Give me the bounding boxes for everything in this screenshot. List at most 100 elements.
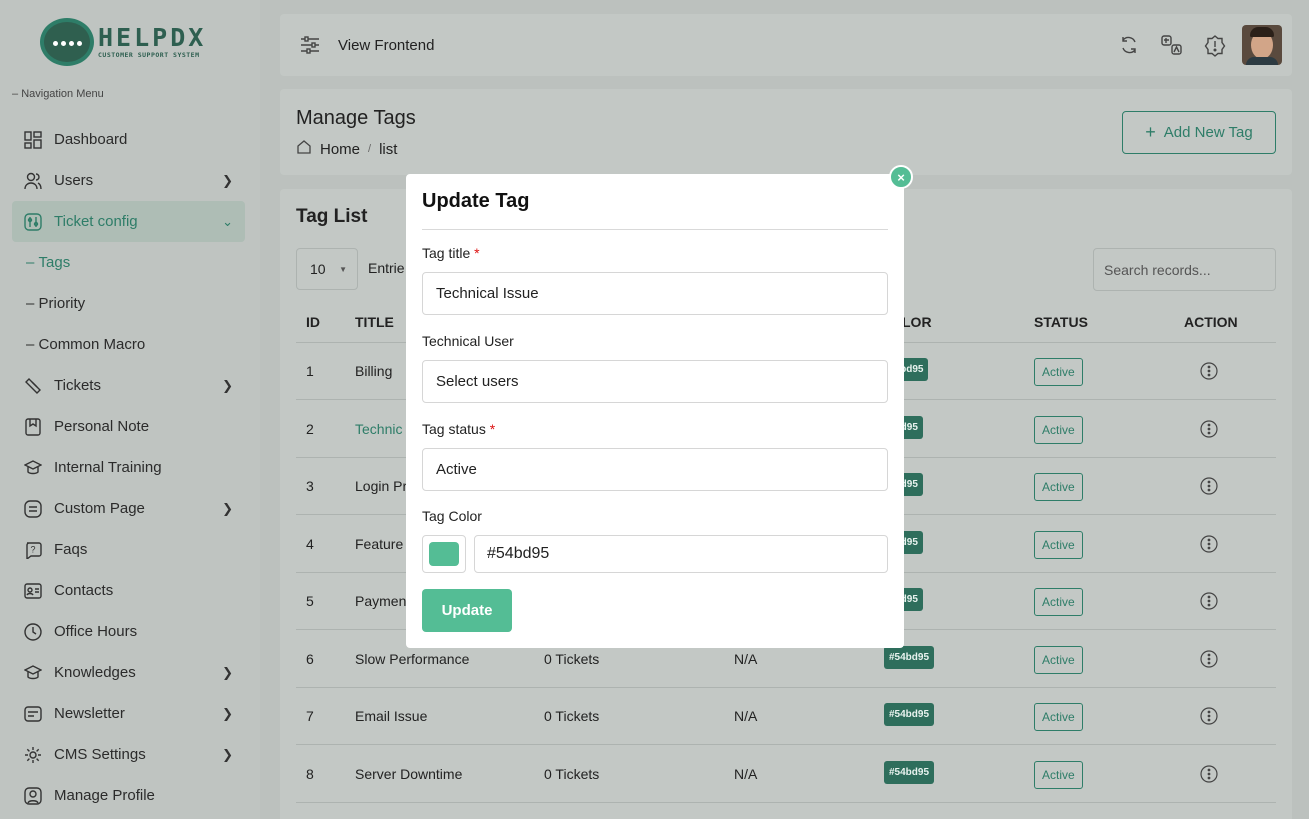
sidebar-item-personal-note[interactable]: Personal Note xyxy=(12,406,245,447)
sliders-icon[interactable] xyxy=(300,36,320,59)
cell-id: 6 xyxy=(306,651,314,667)
logo-tagline: CUSTOMER SUPPORT SYSTEM xyxy=(98,51,200,59)
sidebar: HELPDX CUSTOMER SUPPORT SYSTEM – Navigat… xyxy=(0,0,260,819)
settings-icon xyxy=(24,212,42,231)
nav-heading: – Navigation Menu xyxy=(12,88,104,100)
cell-title: Technic xyxy=(355,421,403,437)
tag-status-label: Tag status * xyxy=(422,421,496,437)
cell-title: Login Pr xyxy=(355,478,408,494)
tag-title-label: Tag title * xyxy=(422,245,480,261)
col-color: LOR xyxy=(902,314,932,330)
col-id: ID xyxy=(306,314,320,330)
chevron-down-icon: ⌄ xyxy=(222,214,233,229)
more-options-icon[interactable] xyxy=(1200,650,1218,673)
search-input[interactable]: Search records... xyxy=(1093,248,1276,291)
status-badge: Active xyxy=(1034,588,1083,616)
sidebar-item-manage-profile[interactable]: Manage Profile xyxy=(12,775,245,816)
status-badge: Active xyxy=(1034,416,1083,444)
add-new-tag-button[interactable]: + Add New Tag xyxy=(1122,111,1276,154)
refresh-icon[interactable] xyxy=(1119,35,1139,60)
sidebar-item-contacts[interactable]: Contacts xyxy=(12,570,245,611)
sidebar-item-tickets[interactable]: Tickets ❯ xyxy=(12,365,245,406)
cell-tickets: 0 Tickets xyxy=(544,766,600,782)
newsletter-icon xyxy=(24,705,42,723)
sidebar-item-internal-training[interactable]: Internal Training xyxy=(12,447,245,488)
table-row: 7 Email Issue 0 Tickets N/A #54bd95 Active xyxy=(296,688,1276,745)
chevron-right-icon: ❯ xyxy=(222,501,233,516)
status-badge: Active xyxy=(1034,473,1083,501)
color-hex-input[interactable]: #54bd95 xyxy=(474,535,888,573)
cell-title: Paymen xyxy=(355,593,407,609)
home-icon xyxy=(296,139,312,159)
sidebar-item-tags[interactable]: – Tags xyxy=(12,242,245,283)
cell-user: N/A xyxy=(734,651,758,667)
training-icon xyxy=(24,459,42,477)
chevron-right-icon: ❯ xyxy=(222,747,233,762)
color-picker[interactable] xyxy=(422,535,466,573)
alert-icon[interactable] xyxy=(1204,35,1226,62)
col-action: ACTION xyxy=(1184,314,1238,330)
sidebar-item-custom-page[interactable]: Custom Page ❯ xyxy=(12,488,245,529)
sidebar-item-users[interactable]: Users ❯ xyxy=(12,160,245,201)
profile-icon xyxy=(24,786,42,805)
sidebar-item-priority[interactable]: – Priority xyxy=(12,283,245,324)
avatar[interactable] xyxy=(1242,25,1282,65)
status-badge: Active xyxy=(1034,646,1083,674)
dashboard-icon xyxy=(24,130,42,149)
status-badge: Active xyxy=(1034,531,1083,559)
cell-id: 2 xyxy=(306,421,314,437)
logo[interactable]: HELPDX CUSTOMER SUPPORT SYSTEM xyxy=(40,18,206,66)
clock-icon xyxy=(24,622,42,641)
modal-divider xyxy=(422,229,888,230)
table-row: 8 Server Downtime 0 Tickets N/A #54bd95 Activ… xyxy=(296,746,1276,803)
logo-name: HELPDX xyxy=(98,23,207,52)
color-badge: #54bd95 xyxy=(884,761,935,784)
tag-title-input[interactable]: Technical Issue xyxy=(422,272,888,315)
more-options-icon[interactable] xyxy=(1200,592,1218,615)
cell-id: 5 xyxy=(306,593,314,609)
sidebar-item-faqs[interactable]: ? Faqs xyxy=(12,529,245,570)
cell-id: 1 xyxy=(306,363,314,379)
language-icon[interactable] xyxy=(1161,35,1183,60)
technical-user-select[interactable]: Select users xyxy=(422,360,888,403)
cell-title: Server Downtime xyxy=(355,766,463,782)
breadcrumb-home[interactable]: Home xyxy=(320,141,360,158)
tag-status-select[interactable]: Active xyxy=(422,448,888,491)
sidebar-item-cms-settings[interactable]: CMS Settings ❯ xyxy=(12,734,245,775)
color-swatch xyxy=(429,542,459,566)
sidebar-nav: Dashboard Users ❯ Ticket config ⌄ – Tags… xyxy=(12,119,245,816)
plus-icon: + xyxy=(1145,122,1156,142)
chevron-right-icon: ❯ xyxy=(222,706,233,721)
col-status: STATUS xyxy=(1034,314,1088,330)
status-badge: Active xyxy=(1034,358,1083,386)
sidebar-item-newsletter[interactable]: Newsletter ❯ xyxy=(12,693,245,734)
chevron-right-icon: ❯ xyxy=(222,378,233,393)
more-options-icon[interactable] xyxy=(1200,362,1218,385)
cell-id: 7 xyxy=(306,708,314,724)
breadcrumb-list: list xyxy=(379,140,398,158)
cell-title: Feature xyxy=(355,536,404,552)
page-icon xyxy=(24,499,42,518)
gear-icon xyxy=(24,746,42,764)
sidebar-item-dashboard[interactable]: Dashboard xyxy=(12,119,245,160)
more-options-icon[interactable] xyxy=(1200,477,1218,500)
more-options-icon[interactable] xyxy=(1200,765,1218,788)
sidebar-item-knowledges[interactable]: Knowledges ❯ xyxy=(12,652,245,693)
cell-user: N/A xyxy=(734,708,758,724)
tag-color-label: Tag Color xyxy=(422,508,482,524)
update-button[interactable]: Update xyxy=(422,589,512,632)
more-options-icon[interactable] xyxy=(1200,707,1218,730)
more-options-icon[interactable] xyxy=(1200,420,1218,443)
sidebar-item-office-hours[interactable]: Office Hours xyxy=(12,611,245,652)
close-icon[interactable]: × xyxy=(889,165,913,189)
entries-select[interactable]: 10 ▼ xyxy=(296,248,358,290)
faq-icon: ? xyxy=(24,541,42,559)
sidebar-item-ticket-config[interactable]: Ticket config ⌄ xyxy=(12,201,245,242)
status-badge: Active xyxy=(1034,703,1083,731)
status-badge: Active xyxy=(1034,761,1083,789)
more-options-icon[interactable] xyxy=(1200,535,1218,558)
sidebar-item-common-macro[interactable]: – Common Macro xyxy=(12,324,245,365)
caret-down-icon: ▼ xyxy=(339,264,347,274)
note-icon xyxy=(24,417,42,436)
view-frontend-link[interactable]: View Frontend xyxy=(338,37,434,54)
